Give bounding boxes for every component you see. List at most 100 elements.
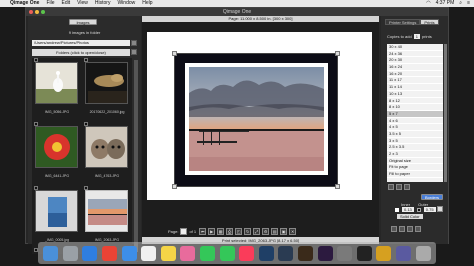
resize-handle[interactable] (172, 51, 177, 56)
menu-file[interactable]: File (46, 0, 54, 7)
menu-edit[interactable]: Edit (62, 0, 71, 7)
fit-icon[interactable]: ⤢ (253, 227, 261, 235)
print-size-item[interactable]: 30 x 40 (387, 44, 443, 51)
print-frame[interactable] (172, 51, 340, 189)
print-size-item[interactable]: 4 x 5 (387, 124, 443, 131)
print-size-item[interactable]: 2 x 3 (387, 151, 443, 158)
delete-icon[interactable]: ✕ (289, 227, 297, 235)
dock-terminal-icon[interactable] (356, 245, 372, 261)
border-style-icon[interactable] (437, 206, 443, 212)
outer-border-field[interactable]: 0.75 (423, 207, 436, 212)
search-icon[interactable]: ⌕ (459, 0, 462, 7)
next-page-icon[interactable]: ▶ (208, 227, 216, 235)
tab-prints[interactable]: Prints (420, 19, 439, 25)
dock-finder-icon[interactable] (43, 245, 59, 261)
print-size-list[interactable]: 30 x 40 24 x 36 20 x 30 16 x 24 16 x 20 11 x … (387, 44, 443, 182)
thumbnail-item[interactable]: IMG_2063.JPG (84, 186, 130, 244)
folders-toggle[interactable]: Folders (click to open/close) (32, 49, 130, 56)
tool-icon-1[interactable] (391, 226, 397, 232)
path-options-icon[interactable] (131, 40, 137, 46)
dock-photos-icon[interactable] (180, 245, 196, 261)
dock-facetime-icon[interactable] (219, 245, 235, 261)
borders-button[interactable]: Borders (421, 194, 443, 200)
folders-dropdown-icon[interactable] (131, 49, 137, 55)
dock-bridge-icon[interactable] (298, 245, 314, 261)
dock-qimage-icon[interactable] (376, 245, 392, 261)
print-size-item[interactable]: 10 x 13 (387, 91, 443, 98)
inner-color-swatch[interactable] (395, 207, 399, 212)
dock-trash-icon[interactable] (415, 245, 431, 261)
layout-icon[interactable]: ▣ (280, 227, 288, 235)
border-color-select[interactable]: Solid Color (397, 214, 423, 219)
print-size-item[interactable]: Fit to page (387, 164, 443, 172)
close-window-button[interactable] (29, 10, 33, 14)
tool-icon-4[interactable] (415, 226, 421, 232)
menu-window[interactable]: Window (117, 0, 135, 7)
dock-premiere-icon[interactable] (317, 245, 333, 261)
minimize-window-button[interactable] (35, 10, 39, 14)
dock-launchpad-icon[interactable] (62, 245, 78, 261)
print-size-item[interactable]: 3.5 x 5 (387, 131, 443, 138)
tool-icon-2[interactable] (399, 226, 405, 232)
zoom-window-button[interactable] (41, 10, 45, 14)
dock-lightroom-icon[interactable] (278, 245, 294, 261)
print-icon[interactable]: ▤ (271, 227, 279, 235)
menu-app[interactable]: Qimage One (10, 0, 39, 7)
printer-icon[interactable]: ⎙ (226, 227, 234, 235)
print-size-item[interactable]: 24 x 36 (387, 51, 443, 58)
rotate-icon[interactable]: ↻ (244, 227, 252, 235)
resize-handle[interactable] (335, 184, 340, 189)
print-size-item[interactable]: 8 x 12 (387, 98, 443, 105)
print-size-item[interactable]: 2.5 x 3.5 (387, 144, 443, 151)
dock-calendar-icon[interactable] (141, 245, 157, 261)
print-size-item[interactable]: 3 x 5 (387, 138, 443, 145)
copies-field[interactable]: 1 (413, 34, 420, 39)
outer-color-swatch[interactable] (416, 207, 421, 212)
menu-help[interactable]: Help (142, 0, 152, 7)
dock-music-icon[interactable] (239, 245, 255, 261)
size-list-scrollbar[interactable] (444, 44, 447, 182)
clock[interactable]: 4:37 PM (436, 0, 455, 7)
print-size-item[interactable]: Fill to paper (387, 171, 443, 178)
print-size-item[interactable]: 11 x 17 (387, 77, 443, 85)
grid-view-icon[interactable]: ▦ (217, 227, 225, 235)
images-button[interactable]: Images (69, 19, 97, 25)
thumbnail-item[interactable]: _IMG_0005.jpg (34, 186, 80, 244)
dock-safari-icon[interactable] (82, 245, 98, 261)
remove-size-icon[interactable] (396, 184, 402, 190)
thumbnail-item[interactable]: IMG_4763.JPG (84, 122, 130, 180)
dock-photoshop-icon[interactable] (258, 245, 274, 261)
dock-mail-icon[interactable] (121, 245, 137, 261)
page-number-field[interactable] (180, 227, 188, 235)
thumbnail-item[interactable]: 20170622_201060.jpg (84, 58, 130, 116)
dock-settings-icon[interactable] (337, 245, 353, 261)
print-size-item[interactable]: 8 x 10 (387, 104, 443, 111)
tab-printer-settings[interactable]: Printer Settings (385, 19, 421, 25)
print-size-item[interactable]: 5 x 7 (387, 110, 443, 118)
crop-icon[interactable]: ◰ (235, 227, 243, 235)
edit-size-icon[interactable] (404, 184, 410, 190)
thumbnail-scrollbar[interactable] (134, 60, 138, 252)
resize-handle[interactable] (335, 51, 340, 56)
dock-app-icon[interactable] (395, 245, 411, 261)
print-size-item[interactable]: 11 x 14 (387, 84, 443, 91)
print-size-item[interactable]: 16 x 24 (387, 64, 443, 71)
print-size-item[interactable]: Original size (387, 158, 443, 165)
settings-icon[interactable]: ⚙ (262, 227, 270, 235)
menu-history[interactable]: History (95, 0, 111, 7)
print-size-item[interactable]: 16 x 20 (387, 71, 443, 78)
folder-path-field[interactable]: /Users/andrew/Pictures/Photos (32, 40, 130, 46)
tool-icon-3[interactable] (407, 226, 413, 232)
print-size-item[interactable]: 20 x 30 (387, 57, 443, 65)
dock-messages-icon[interactable] (200, 245, 216, 261)
print-size-item[interactable]: 4 x 6 (387, 118, 443, 125)
thumbnail-item[interactable]: IMG_6441.JPG (34, 122, 80, 180)
first-page-icon[interactable]: ⏮ (199, 227, 207, 235)
wifi-icon[interactable]: ◠ (426, 0, 430, 7)
resize-handle[interactable] (172, 184, 177, 189)
dock-chrome-icon[interactable] (102, 245, 118, 261)
add-size-icon[interactable] (388, 184, 394, 190)
dock-notes-icon[interactable] (160, 245, 176, 261)
menu-list-icon[interactable]: ≡ (467, 0, 470, 7)
menu-view[interactable]: View (77, 0, 88, 7)
